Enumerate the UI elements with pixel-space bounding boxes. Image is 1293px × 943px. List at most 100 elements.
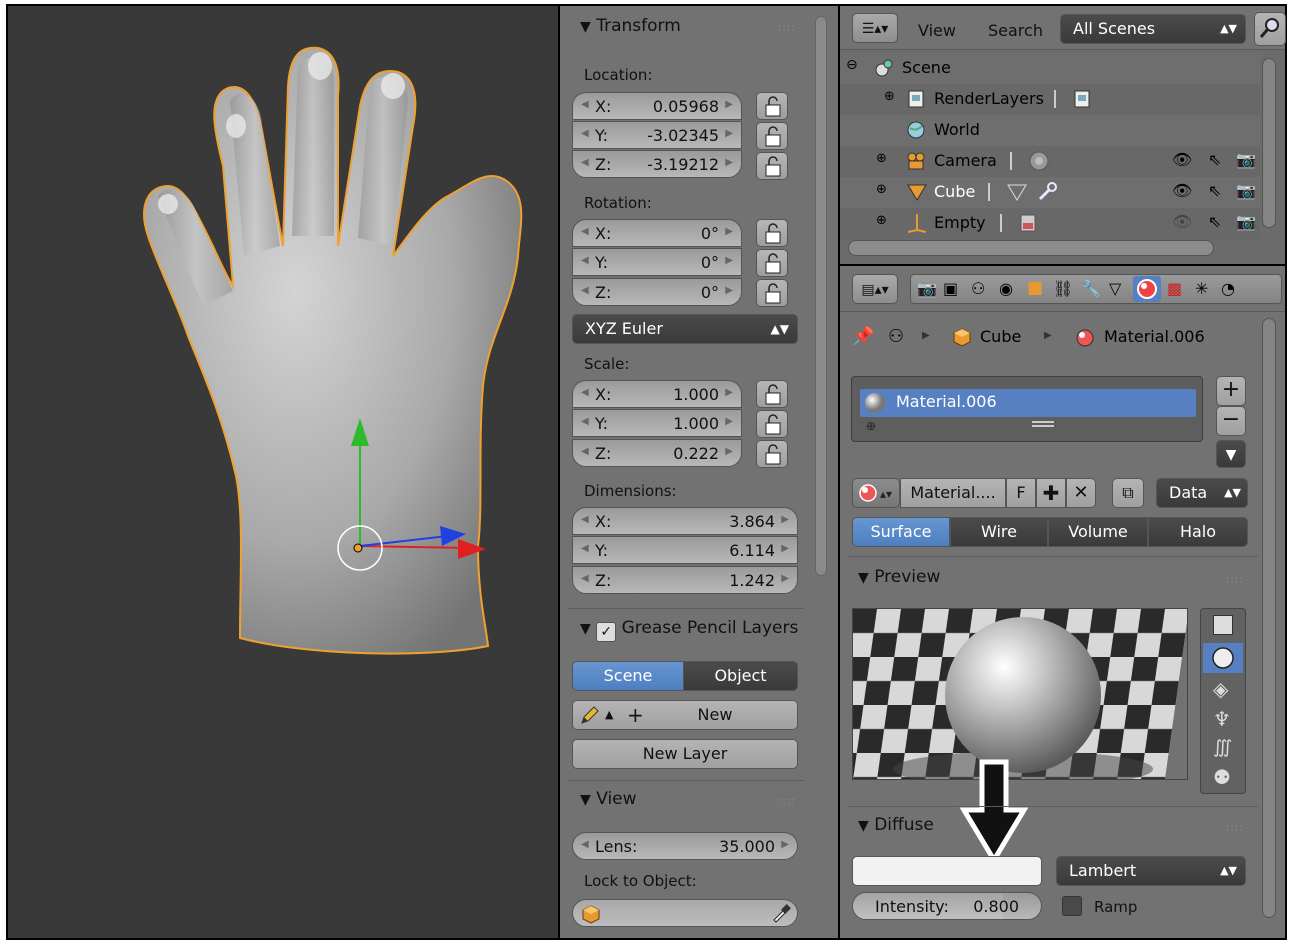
copy-material-icon[interactable]: ⧉: [1112, 478, 1144, 508]
expand-icon[interactable]: ⊕: [884, 89, 895, 104]
location-x-field[interactable]: ◀ X: 0.05968 ▶: [572, 92, 742, 120]
hair-preview-icon[interactable]: ∭: [1213, 737, 1232, 758]
tab-volume[interactable]: Volume: [1048, 517, 1148, 547]
diffuse-panel-header[interactable]: ▼ Diffuse: [858, 815, 934, 835]
remove-material-slot-button[interactable]: −: [1216, 406, 1246, 436]
lock-icon[interactable]: [756, 249, 788, 277]
browse-material-button[interactable]: ▴▾: [852, 478, 900, 508]
constraints-context-icon[interactable]: ⛓: [1053, 279, 1073, 298]
modifiers-context-icon[interactable]: 🔧: [1081, 279, 1101, 298]
lock-icon[interactable]: [756, 152, 788, 180]
lock-object-field[interactable]: [572, 899, 798, 927]
material-slot-list[interactable]: Material.006 ⊕: [851, 376, 1203, 442]
tab-scene[interactable]: Scene: [572, 661, 684, 691]
lock-icon[interactable]: [756, 92, 788, 120]
panel-grip[interactable]: ::::: [1226, 574, 1243, 585]
rotation-y-field[interactable]: ◀ Y: 0° ▶: [572, 248, 742, 276]
tab-halo[interactable]: Halo: [1148, 517, 1248, 547]
intensity-slider[interactable]: Intensity: 0.800: [852, 892, 1042, 920]
render-context-icon[interactable]: 📷: [917, 279, 937, 298]
add-slot-small-icon[interactable]: ⊕: [866, 419, 876, 433]
panel-grip[interactable]: ::::: [1226, 822, 1243, 833]
add-material-slot-button[interactable]: +: [1216, 376, 1246, 406]
lock-icon[interactable]: [756, 279, 788, 307]
tab-wire[interactable]: Wire: [950, 517, 1048, 547]
new-layer-button[interactable]: New Layer: [572, 739, 798, 769]
cube-preview-icon[interactable]: ◈: [1213, 677, 1228, 701]
render-icon[interactable]: 📷: [1236, 212, 1256, 231]
object-context-icon[interactable]: ■: [1027, 278, 1043, 298]
material-slot-selected[interactable]: Material.006: [860, 389, 1196, 417]
editor-type-icon[interactable]: ☰▴▾: [852, 13, 898, 43]
dimensions-z-field[interactable]: ◀ Z: 1.242 ▶: [572, 566, 798, 594]
preview-panel-header[interactable]: ▼ Preview: [858, 567, 940, 587]
slot-specials-button[interactable]: ▼: [1216, 440, 1246, 468]
diffuse-shader-dropdown[interactable]: Lambert ▲▼: [1056, 856, 1246, 886]
monkey-preview-icon[interactable]: ♆: [1213, 707, 1231, 731]
tab-surface[interactable]: Surface: [852, 517, 950, 547]
search-icon[interactable]: [1254, 12, 1286, 46]
lens-field[interactable]: ◀ Lens: 35.000 ▶: [572, 832, 798, 860]
scene-context-icon[interactable]: ⚇: [971, 279, 985, 298]
scale-x-field[interactable]: ◀ X: 1.000 ▶: [572, 380, 742, 408]
editor-type-icon[interactable]: ▤▴▾: [852, 274, 898, 304]
checkbox-icon[interactable]: ✓: [596, 622, 617, 642]
3d-viewport[interactable]: [8, 6, 558, 938]
scale-y-field[interactable]: ◀ Y: 1.000 ▶: [572, 409, 742, 437]
fake-user-button[interactable]: F: [1006, 478, 1036, 508]
ramp-checkbox[interactable]: [1062, 896, 1082, 916]
render-icon[interactable]: 📷: [1236, 181, 1256, 200]
pin-icon[interactable]: 📌: [852, 326, 874, 347]
lock-icon[interactable]: [756, 219, 788, 247]
rotation-mode-dropdown[interactable]: XYZ Euler ▲▼: [572, 314, 798, 344]
new-material-button[interactable]: ✚: [1036, 478, 1066, 508]
tree-row-scene[interactable]: ⊖ Scene: [840, 53, 1260, 84]
material-name-field[interactable]: Material....: [900, 478, 1006, 508]
panel-grip[interactable]: ::::: [778, 22, 795, 33]
render-icon[interactable]: 📷: [1236, 150, 1256, 169]
lock-icon[interactable]: [756, 440, 788, 468]
dimensions-y-field[interactable]: ◀ Y: 6.114 ▶: [572, 536, 798, 564]
data-context-icon[interactable]: ▽: [1109, 279, 1121, 298]
link-dropdown[interactable]: Data ▲▼: [1156, 478, 1248, 508]
world-context-icon[interactable]: ◉: [999, 279, 1013, 298]
view-panel-header[interactable]: ▼ View: [580, 789, 637, 809]
tree-row-world[interactable]: World: [840, 115, 1260, 146]
transform-panel-header[interactable]: ▼ Transform: [580, 16, 681, 36]
diffuse-color-swatch[interactable]: [852, 856, 1042, 886]
location-y-field[interactable]: ◀ Y: -3.02345 ▶: [572, 121, 742, 149]
breadcrumb-material[interactable]: Material.006: [1104, 327, 1205, 346]
rotation-z-field[interactable]: ◀ Z: 0° ▶: [572, 278, 742, 306]
cursor-icon[interactable]: ⇖: [1208, 212, 1221, 231]
expand-icon[interactable]: ⊕: [876, 213, 887, 228]
world-sphere-preview-icon[interactable]: ⚉: [1213, 765, 1231, 789]
outliner-scrollbar[interactable]: [1262, 58, 1276, 228]
tab-object[interactable]: Object: [683, 661, 798, 691]
cursor-icon[interactable]: ⇖: [1208, 150, 1221, 169]
panel-grip[interactable]: ::::: [778, 796, 795, 807]
scenes-dropdown[interactable]: All Scenes ▲▼: [1060, 14, 1246, 44]
eye-icon[interactable]: 👁: [1172, 150, 1192, 169]
menu-view[interactable]: View: [918, 21, 956, 40]
rotation-x-field[interactable]: ◀ X: 0° ▶: [572, 219, 742, 247]
properties-editor[interactable]: [840, 266, 1285, 938]
resize-grip[interactable]: [1032, 421, 1054, 427]
sphere-preview-icon[interactable]: [1203, 643, 1243, 673]
particles-context-icon[interactable]: ✳: [1195, 279, 1208, 298]
tree-row-camera[interactable]: ⊕ Camera 👁 ⇖ 📷: [840, 146, 1260, 177]
expand-icon[interactable]: ⊕: [876, 151, 887, 166]
collapse-icon[interactable]: ⊖: [846, 57, 858, 73]
lock-icon[interactable]: [756, 122, 788, 150]
breadcrumb-object[interactable]: Cube: [980, 327, 1021, 346]
expand-icon[interactable]: ⊕: [876, 182, 887, 197]
dimensions-x-field[interactable]: ◀ X: 3.864 ▶: [572, 507, 798, 535]
lock-icon[interactable]: [756, 410, 788, 438]
properties-scrollbar[interactable]: [1262, 318, 1276, 918]
tree-row-renderlayers[interactable]: ⊕ RenderLayers: [840, 84, 1260, 115]
cursor-icon[interactable]: ⇖: [1208, 181, 1221, 200]
grease-pencil-panel-header[interactable]: ▼ ✓ Grease Pencil Layers: [580, 618, 798, 642]
unlink-material-icon[interactable]: ✕: [1066, 478, 1096, 508]
outliner-hscrollbar[interactable]: [848, 240, 1214, 256]
lock-icon[interactable]: [756, 380, 788, 408]
eye-icon[interactable]: 👁: [1172, 212, 1192, 231]
